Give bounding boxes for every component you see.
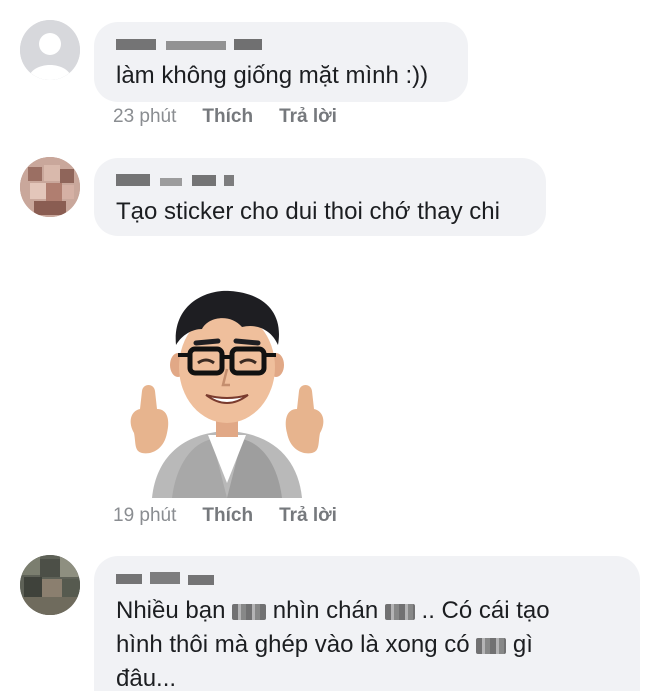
redacted-name-icon bbox=[116, 572, 214, 585]
comment-text: Tạo sticker cho dui thoi chớ thay chi bbox=[116, 198, 500, 225]
comment-author-name[interactable] bbox=[116, 570, 618, 592]
comment-text: Nhiều bạn nhìn chán .. Có cái tạo hình t… bbox=[116, 594, 618, 696]
comment-timestamp[interactable]: 23 phút bbox=[113, 106, 176, 128]
like-button[interactable]: Thích bbox=[202, 505, 253, 527]
comment-text-part: gì bbox=[506, 631, 533, 658]
thumbs-up-avatar-sticker[interactable] bbox=[112, 283, 342, 498]
like-button[interactable]: Thích bbox=[202, 106, 253, 128]
comment-text-part: đâu... bbox=[116, 665, 177, 692]
comment-text: làm không giống mặt mình :)) bbox=[116, 62, 429, 89]
blurred-avatar-icon bbox=[20, 555, 80, 615]
redacted-name-icon bbox=[116, 174, 234, 186]
comment-bubble: Tạo sticker cho dui thoi chớ thay chi bbox=[94, 158, 546, 236]
default-avatar-icon bbox=[20, 20, 80, 80]
avatar-sticker-icon bbox=[130, 290, 324, 498]
avatar[interactable] bbox=[20, 555, 80, 615]
reply-button[interactable]: Trả lời bbox=[279, 505, 337, 527]
redacted-word-icon bbox=[384, 603, 415, 620]
reply-button[interactable]: Trả lời bbox=[279, 106, 337, 128]
comment-author-name[interactable] bbox=[116, 36, 446, 58]
comment-text-part: .. Có cái tạo bbox=[414, 597, 550, 624]
comment-text-part: nhìn chán bbox=[266, 597, 385, 624]
blurred-avatar-icon bbox=[20, 157, 80, 217]
comment-text-part: Nhiều bạn bbox=[116, 597, 233, 624]
redacted-word-icon bbox=[476, 637, 507, 654]
avatar[interactable] bbox=[20, 157, 80, 217]
redacted-word-icon bbox=[232, 603, 267, 620]
redacted-name-icon bbox=[116, 39, 262, 50]
comment-bubble: làm không giống mặt mình :)) bbox=[94, 22, 468, 102]
comment-meta: 19 phút Thích Trả lời bbox=[113, 505, 337, 527]
comment-bubble: Nhiều bạn nhìn chán .. Có cái tạo hình t… bbox=[94, 556, 640, 692]
avatar[interactable] bbox=[20, 20, 80, 80]
comment-author-name[interactable] bbox=[116, 172, 524, 194]
comment-text-part: hình thôi mà ghép vào là xong có bbox=[116, 631, 477, 658]
comment-meta: 23 phút Thích Trả lời bbox=[113, 106, 337, 128]
comment-timestamp[interactable]: 19 phút bbox=[113, 505, 176, 527]
